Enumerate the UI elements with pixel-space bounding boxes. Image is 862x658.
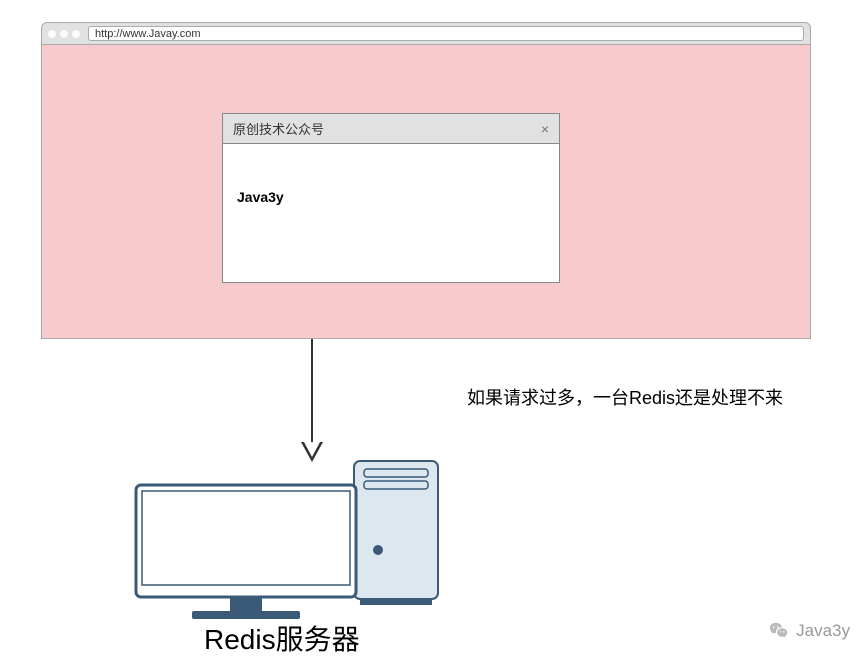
dialog-header: 原创技术公众号 × xyxy=(223,114,559,144)
dialog-body: Java3y xyxy=(223,144,559,250)
wechat-icon xyxy=(768,620,790,642)
dialog-title: 原创技术公众号 xyxy=(233,119,324,138)
dialog-window: 原创技术公众号 × Java3y xyxy=(222,113,560,283)
server-label: Redis服务器 xyxy=(204,618,360,658)
browser-titlebar: http://www.Javay.com xyxy=(42,23,810,45)
close-icon[interactable]: × xyxy=(541,121,549,137)
url-bar: http://www.Javay.com xyxy=(88,26,804,41)
annotation-text: 如果请求过多，一台Redis还是处理不来 xyxy=(467,384,783,410)
traffic-light-yellow xyxy=(60,30,68,38)
watermark-text: Java3y xyxy=(796,621,850,641)
watermark: Java3y xyxy=(768,620,850,642)
arrow-line xyxy=(311,339,313,446)
traffic-light-green xyxy=(72,30,80,38)
traffic-lights xyxy=(48,30,80,38)
traffic-light-red xyxy=(48,30,56,38)
computer-icon xyxy=(130,455,450,625)
browser-window: http://www.Javay.com 原创技术公众号 × Java3y xyxy=(41,22,811,339)
